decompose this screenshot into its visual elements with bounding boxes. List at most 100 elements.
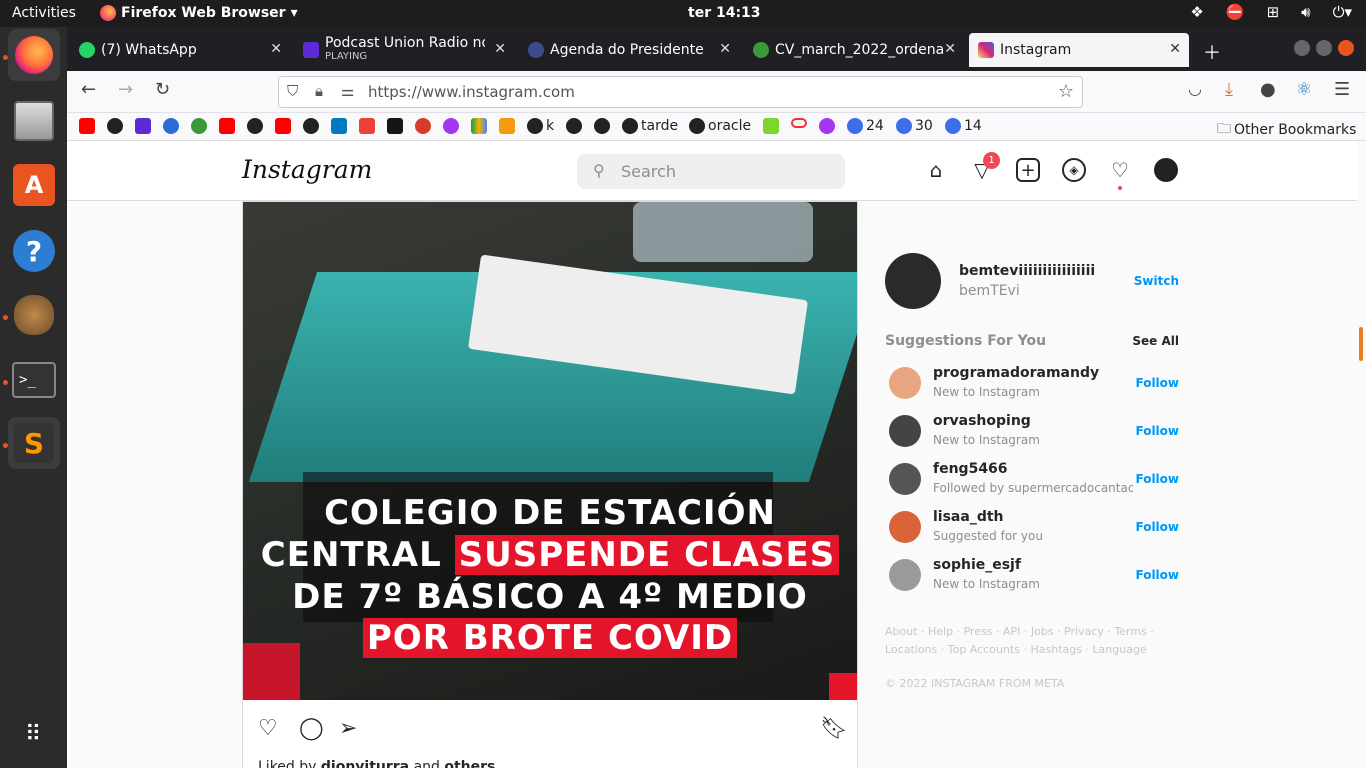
profile-avatar[interactable] <box>1154 158 1178 182</box>
suggestion-username[interactable]: feng5466 <box>933 461 1008 477</box>
suggestion-avatar[interactable] <box>889 511 921 543</box>
bookmark-play[interactable] <box>163 118 179 134</box>
share-icon[interactable]: ➢ <box>339 716 357 741</box>
tab-instagram[interactable]: Instagram ✕ <box>969 33 1189 67</box>
dock-files[interactable] <box>8 95 60 147</box>
close-window-button[interactable] <box>1338 40 1354 56</box>
dock-firefox[interactable] <box>8 29 60 81</box>
bookmark-eventbrite[interactable] <box>415 118 431 134</box>
dock-terminal[interactable]: >_ <box>8 354 60 406</box>
new-tab-button[interactable]: ＋ <box>1203 39 1221 65</box>
back-button[interactable]: ← <box>81 79 96 100</box>
bookmark-drive[interactable] <box>471 118 487 134</box>
system-tray[interactable]: ❖ ⛔ ⊞ 🔊︎ ⏻▾ <box>1190 3 1352 21</box>
bookmark-overleaf[interactable] <box>191 118 207 134</box>
do-not-disturb-icon[interactable]: ⛔ <box>1226 3 1245 21</box>
forward-button[interactable]: → <box>118 79 133 100</box>
new-post-icon[interactable]: + <box>1016 158 1040 182</box>
comment-icon[interactable]: ◯ <box>299 716 324 741</box>
suggestion-avatar[interactable] <box>889 415 921 447</box>
suggestion-username[interactable]: lisaa_dth <box>933 509 1004 525</box>
explore-icon[interactable]: ◈ <box>1062 158 1086 182</box>
bookmark-github-4[interactable] <box>566 118 582 134</box>
bookmark-podcast[interactable] <box>135 118 151 134</box>
pocket-icon[interactable]: ◡ <box>1188 79 1202 98</box>
close-icon[interactable]: ✕ <box>494 41 506 57</box>
follow-button[interactable]: Follow <box>1135 520 1179 534</box>
close-icon[interactable]: ✕ <box>270 41 282 57</box>
home-icon[interactable]: ⌂ <box>924 158 948 182</box>
react-devtools-icon[interactable]: ⚛ <box>1296 79 1312 100</box>
bookmark-udemy-1[interactable] <box>443 118 459 134</box>
follow-button[interactable]: Follow <box>1135 376 1179 390</box>
bookmark-github[interactable] <box>107 118 123 134</box>
footer-line[interactable]: Locations · Top Accounts · Hashtags · La… <box>885 641 1154 659</box>
profile-avatar[interactable] <box>885 253 941 309</box>
app-menu[interactable]: Firefox Web Browser ▾ <box>100 5 298 21</box>
bookmark-pill[interactable] <box>791 118 807 128</box>
url-text[interactable]: https://www.instagram.com <box>368 83 575 101</box>
see-all-link[interactable]: See All <box>1132 334 1179 348</box>
volume-icon[interactable]: 🔊︎ <box>1301 3 1310 21</box>
follow-button[interactable]: Follow <box>1135 424 1179 438</box>
bookmark-youtube-2[interactable] <box>219 118 235 134</box>
bookmark-github-5[interactable] <box>594 118 610 134</box>
bookmark-k[interactable]: k <box>527 118 554 134</box>
suggestion-avatar[interactable] <box>889 367 921 399</box>
switch-button[interactable]: Switch <box>1134 274 1179 288</box>
bookmark-24[interactable]: 24 <box>847 118 884 134</box>
bookmark-github-3[interactable] <box>303 118 319 134</box>
suggestion-avatar[interactable] <box>889 463 921 495</box>
follow-button[interactable]: Follow <box>1135 472 1179 486</box>
suggestion-username[interactable]: orvashoping <box>933 413 1031 429</box>
profile-username[interactable]: bemteviiiiiiiiiiiiiiii <box>959 263 1095 279</box>
search-input[interactable]: ⚲ Search <box>577 154 845 189</box>
lock-icon[interactable]: 🔒︎ <box>315 82 323 100</box>
show-applications-button[interactable]: ⠿ <box>8 709 60 761</box>
maximize-button[interactable] <box>1316 40 1332 56</box>
footer-line[interactable]: About · Help · Press · API · Jobs · Priv… <box>885 623 1154 641</box>
download-icon[interactable]: ⤓ <box>1225 79 1233 100</box>
other-bookmarks[interactable]: 🗀 Other Bookmarks <box>1217 118 1356 142</box>
scrollbar[interactable] <box>1357 141 1366 768</box>
bookmark-youtube-3[interactable] <box>275 118 291 134</box>
minimize-button[interactable] <box>1294 40 1310 56</box>
dock-amule[interactable] <box>8 289 60 341</box>
post-image[interactable]: COLEGIO DE ESTACIÓN CENTRAL SUSPENDE CLA… <box>243 202 857 700</box>
like-heart-icon[interactable]: ♡ <box>258 716 278 741</box>
save-bookmark-icon[interactable]: 🔖︎ <box>820 716 848 741</box>
suggestion-username[interactable]: programadoramandy <box>933 365 1099 381</box>
bookmark-tarde[interactable]: tarde <box>622 118 678 134</box>
direct-messages-icon[interactable]: ▽ 1 <box>970 152 1000 182</box>
bookmark-14[interactable]: 14 <box>945 118 982 134</box>
activity-heart-icon[interactable]: ♡ <box>1108 158 1132 190</box>
activities-button[interactable]: Activities <box>12 5 76 21</box>
bookmark-github-2[interactable] <box>247 118 263 134</box>
bookmark-trello[interactable] <box>331 118 347 134</box>
others-link[interactable]: others <box>444 759 495 768</box>
permissions-icon[interactable]: ⚌ <box>341 82 354 100</box>
network-icon[interactable]: ⊞ <box>1267 3 1280 21</box>
suggestion-username[interactable]: sophie_esjf <box>933 557 1021 573</box>
reload-button[interactable]: ↻ <box>155 79 170 100</box>
bookmark-smiley[interactable] <box>763 118 779 134</box>
close-icon[interactable]: ✕ <box>719 41 731 57</box>
bookmark-30[interactable]: 30 <box>896 118 933 134</box>
bookmark-star-icon[interactable]: ☆ <box>1058 81 1074 102</box>
dock-sublime[interactable]: S <box>8 417 60 469</box>
close-icon[interactable]: ✕ <box>944 41 956 57</box>
url-bar[interactable]: ⛉ 🔒︎ ⚌ https://www.instagram.com ☆ <box>278 76 1083 108</box>
scrollbar-thumb[interactable] <box>1359 327 1363 361</box>
shield-icon[interactable]: ⛉ <box>287 82 298 100</box>
clock[interactable]: ter 14:13 <box>688 5 761 21</box>
tab-cv[interactable]: CV_march_2022_ordenad ✕ <box>744 33 964 67</box>
close-icon[interactable]: ✕ <box>1169 41 1181 57</box>
dock-software[interactable]: A <box>8 159 60 211</box>
menu-icon[interactable]: ☰ <box>1334 79 1350 100</box>
suggestion-avatar[interactable] <box>889 559 921 591</box>
liked-user-link[interactable]: dionyiturra <box>321 759 409 768</box>
bookmark-gmail[interactable] <box>359 118 375 134</box>
bookmark-udemy-2[interactable] <box>819 118 835 134</box>
follow-button[interactable]: Follow <box>1135 568 1179 582</box>
footer-links[interactable]: About · Help · Press · API · Jobs · Priv… <box>885 623 1154 659</box>
